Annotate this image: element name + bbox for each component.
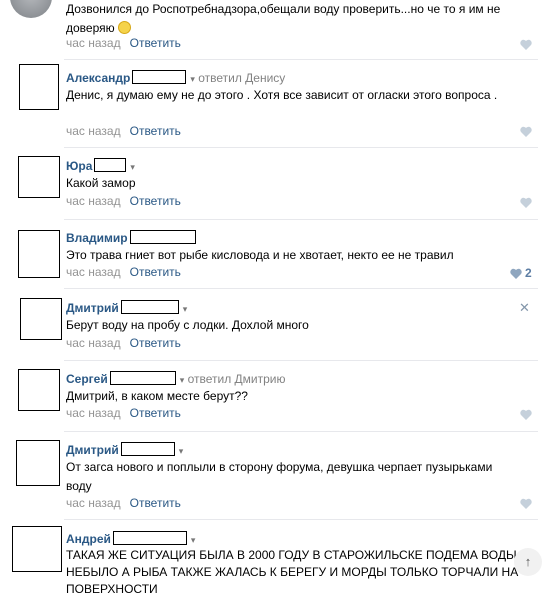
- avatar[interactable]: [18, 369, 60, 411]
- timestamp: час назад: [66, 336, 121, 350]
- replied-to[interactable]: ответил Дмитрию: [188, 372, 286, 386]
- comment-header: Александр ▾ ответил Денису: [66, 70, 285, 85]
- heart-icon[interactable]: [519, 125, 533, 139]
- comment-header: Дмитрий ▾: [66, 300, 187, 315]
- reply-link[interactable]: Ответить: [130, 124, 181, 138]
- author-link[interactable]: Сергей: [66, 372, 108, 386]
- comment-header: Дмитрий ▾: [66, 442, 183, 457]
- reply-link[interactable]: Ответить: [130, 496, 181, 510]
- timestamp: час назад: [66, 265, 121, 279]
- redacted-surname: [109, 371, 176, 385]
- author-link[interactable]: Владимир: [66, 231, 128, 245]
- comment-text: Дозвонился до Роспотребнадзора,обещали в…: [66, 2, 501, 35]
- comment-text: Это трава гниет вот рыбе кисловодa и не …: [66, 248, 454, 262]
- comment-header: Андрей ▾: [66, 531, 195, 546]
- heart-icon[interactable]: [519, 196, 533, 210]
- separator: [64, 147, 538, 148]
- redacted-surname: [94, 158, 127, 172]
- chevron-down-icon[interactable]: ▾: [179, 446, 184, 456]
- timestamp: час назад: [66, 496, 121, 510]
- author-link[interactable]: Андрей: [66, 532, 111, 546]
- avatar[interactable]: [19, 64, 59, 110]
- comment-header: Владимир: [66, 230, 196, 245]
- redacted-surname: [112, 531, 187, 545]
- separator: [64, 59, 538, 60]
- separator: [64, 431, 538, 432]
- avatar[interactable]: [12, 526, 62, 572]
- reply-link[interactable]: Ответить: [130, 265, 181, 279]
- reply-link[interactable]: Ответить: [130, 36, 181, 50]
- replied-to[interactable]: ответил Денису: [198, 71, 285, 85]
- timestamp: час назад: [66, 124, 121, 138]
- heart-icon[interactable]: [519, 38, 533, 52]
- chevron-down-icon[interactable]: ▾: [183, 304, 188, 314]
- separator: [64, 519, 538, 520]
- timestamp: час назад: [66, 194, 121, 208]
- avatar[interactable]: [10, 0, 52, 18]
- comment-header: Юра ▾: [66, 158, 135, 173]
- heart-icon[interactable]: [519, 497, 533, 511]
- comment-text: Денис, я думаю ему не до этого . Хотя вс…: [66, 88, 498, 102]
- avatar[interactable]: [18, 156, 60, 198]
- separator: [64, 288, 538, 289]
- redacted-surname: [129, 230, 196, 244]
- heart-icon[interactable]: [519, 408, 533, 422]
- comment-text: Дмитрий, в каком месте берут??: [66, 389, 248, 403]
- comment-meta: час назад Ответить: [66, 336, 181, 350]
- scroll-up-icon[interactable]: ↑: [514, 548, 542, 576]
- timestamp: час назад: [66, 406, 121, 420]
- comment-meta: час назад Ответить: [66, 194, 181, 208]
- comment-text: Берут воду на пробу с лодки. Дохлой мног…: [66, 318, 309, 332]
- redacted-surname: [120, 442, 175, 456]
- comment-meta: час назад Ответить: [66, 406, 181, 420]
- comment-meta: час назад Ответить: [66, 36, 181, 50]
- avatar[interactable]: [18, 230, 60, 278]
- chevron-down-icon[interactable]: ▾: [190, 74, 195, 84]
- avatar[interactable]: [16, 440, 60, 486]
- avatar[interactable]: [20, 298, 62, 340]
- close-icon[interactable]: ✕: [519, 300, 530, 316]
- chevron-down-icon[interactable]: ▾: [130, 162, 135, 172]
- redacted-surname: [120, 300, 179, 314]
- comment-text: ТАКАЯ ЖЕ СИТУАЦИЯ БЫЛА В 2000 ГОДУ В СТА…: [66, 548, 519, 596]
- comment-meta: час назад Ответить: [66, 265, 181, 279]
- author-link[interactable]: Александр: [66, 71, 130, 85]
- chevron-down-icon[interactable]: ▾: [180, 375, 185, 385]
- reply-link[interactable]: Ответить: [130, 406, 181, 420]
- like-count: 2: [525, 266, 532, 280]
- smile-emoji-icon: [117, 21, 131, 34]
- author-link[interactable]: Юра: [66, 159, 92, 173]
- redacted-surname: [132, 70, 187, 84]
- author-link[interactable]: Дмитрий: [66, 301, 119, 315]
- chevron-down-icon[interactable]: ▾: [191, 535, 196, 545]
- comment-text: От загса нового и поплыли в сторону фору…: [66, 460, 493, 493]
- comment-text: Какой замор: [66, 176, 136, 190]
- separator: [64, 219, 538, 220]
- comment-meta: час назад Ответить: [66, 496, 181, 510]
- reply-link[interactable]: Ответить: [130, 336, 181, 350]
- author-link[interactable]: Дмитрий: [66, 443, 119, 457]
- timestamp: час назад: [66, 36, 121, 50]
- reply-link[interactable]: Ответить: [130, 194, 181, 208]
- separator: [64, 360, 538, 361]
- comment-meta: час назад Ответить: [66, 124, 181, 138]
- heart-icon[interactable]: [509, 267, 523, 281]
- comment-header: Сергей ▾ ответил Дмитрию: [66, 371, 286, 386]
